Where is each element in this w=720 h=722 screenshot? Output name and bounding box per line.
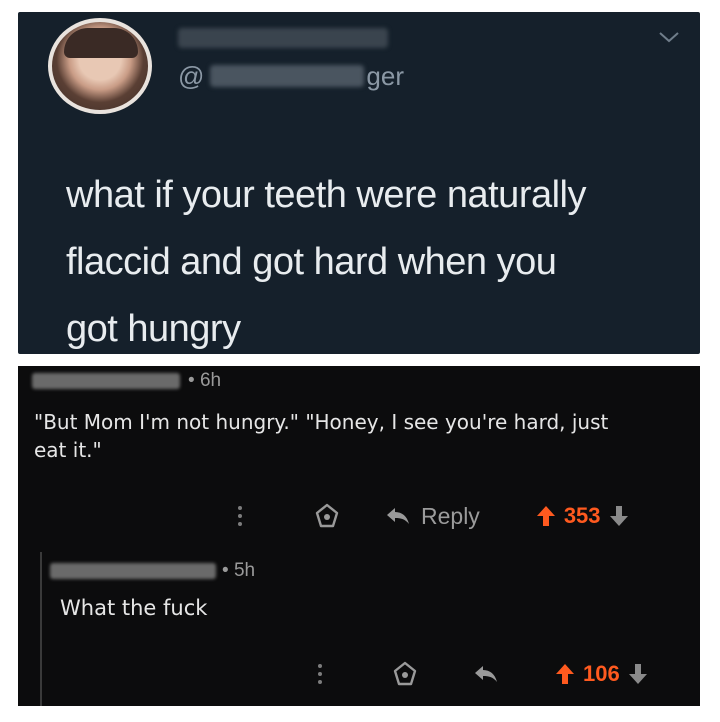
tweet-text-line: what if your teeth were naturally	[66, 174, 587, 216]
reply-age: 5h	[233, 560, 256, 581]
comment-body: "But Mom I'm not hungry." "Honey, I see …	[34, 408, 694, 464]
downvote-arrow-icon[interactable]	[628, 663, 648, 685]
tweet-card: @ ger what if your teeth were naturally …	[18, 12, 700, 354]
reply-action-bar: 106	[303, 654, 648, 694]
reply-score: 106	[583, 661, 620, 686]
comment-action-bar: Reply 353	[223, 496, 629, 536]
chevron-down-icon[interactable]	[658, 30, 680, 44]
tweet-text: what if your teeth were naturally flacci…	[66, 162, 686, 354]
award-icon[interactable]	[313, 502, 341, 530]
downvote-arrow-icon[interactable]	[609, 505, 629, 527]
upvote-arrow-icon[interactable]	[555, 663, 575, 685]
comment-text-line: eat it."	[34, 438, 102, 462]
redacted-handle	[210, 65, 365, 87]
avatar-hair	[64, 28, 138, 58]
redacted-username[interactable]	[32, 373, 180, 389]
award-icon[interactable]	[391, 660, 419, 688]
more-vertical-icon[interactable]	[223, 505, 257, 527]
reply-body: What the fuck	[60, 596, 208, 620]
handle-prefix: @	[178, 60, 205, 91]
meta-separator: •	[222, 560, 234, 581]
avatar[interactable]	[48, 18, 152, 114]
redacted-username[interactable]	[50, 563, 216, 579]
reply-meta: • 5h	[50, 558, 255, 584]
redacted-display-name	[178, 28, 388, 48]
upvote-arrow-icon[interactable]	[536, 505, 556, 527]
handle-suffix: ger	[366, 60, 404, 91]
tweet-text-line: flaccid and got hard when you	[66, 241, 557, 283]
tweet-handle[interactable]: @ ger	[178, 60, 404, 92]
tweet-text-line: got hungry	[66, 308, 241, 350]
reddit-thread: • 6h "But Mom I'm not hungry." "Honey, I…	[18, 366, 700, 706]
comment-meta: • 6h	[32, 368, 221, 394]
vote-group: 106	[555, 661, 648, 687]
comment-text-line: "But Mom I'm not hungry." "Honey, I see …	[34, 410, 609, 434]
vote-group: 353	[536, 503, 629, 529]
screenshot-frame: @ ger what if your teeth were naturally …	[0, 0, 720, 722]
meta-separator: •	[188, 370, 200, 391]
more-vertical-icon[interactable]	[303, 663, 337, 685]
reply-arrow-icon[interactable]	[385, 506, 411, 526]
comment-score: 353	[563, 503, 601, 528]
reply-arrow-icon[interactable]	[473, 664, 499, 684]
comment-age: 6h	[199, 370, 222, 391]
reply-button[interactable]: Reply	[421, 503, 480, 530]
